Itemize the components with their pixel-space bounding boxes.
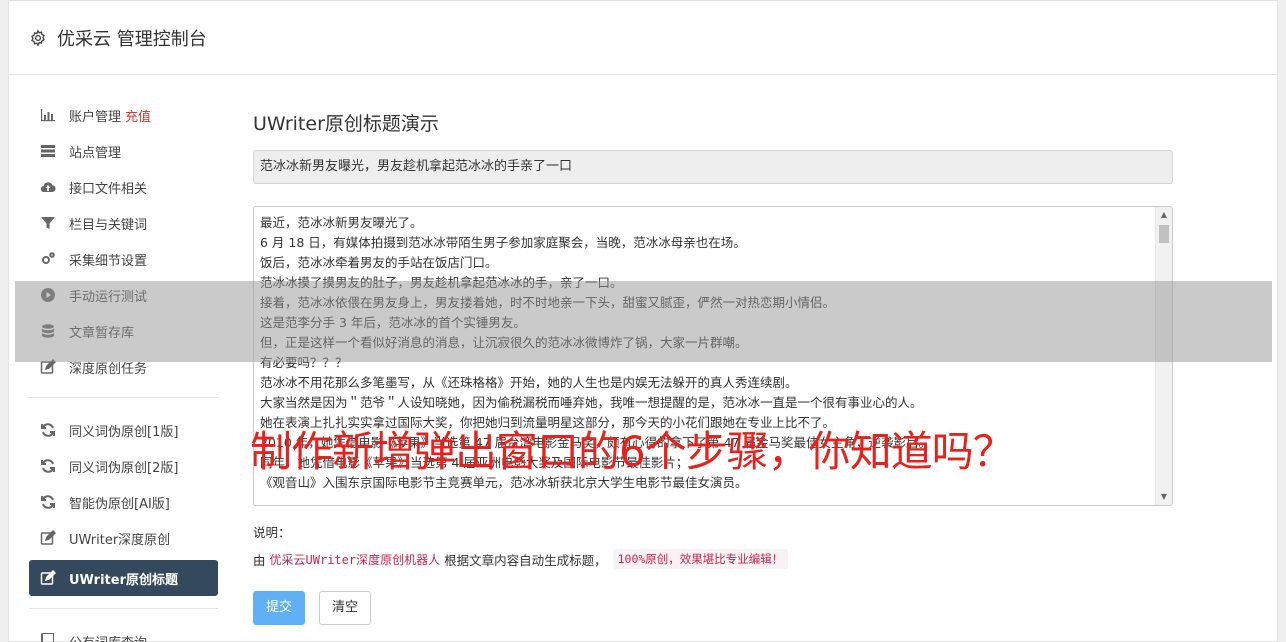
note-highlight-code: 100%原创，效果堪比专业编辑！ bbox=[612, 549, 789, 569]
sidebar-item-api-files[interactable]: 接口文件相关 bbox=[29, 169, 218, 205]
sidebar-item-ai-rewrite[interactable]: 智能伪原创[AI版] bbox=[29, 484, 218, 520]
cloud-upload-icon bbox=[39, 178, 57, 196]
book-icon bbox=[39, 632, 57, 642]
scroll-thumb[interactable] bbox=[1159, 225, 1169, 243]
sidebar-item-label: UWriter深度原创 bbox=[69, 532, 171, 548]
edit-icon bbox=[39, 529, 57, 547]
generated-title-field[interactable]: 范冰冰新男友曝光，男友趁机拿起范冰冰的手亲了一口 bbox=[253, 150, 1173, 184]
sidebar-item-label: 公有词库查询 bbox=[69, 632, 147, 642]
submit-button[interactable]: 提交 bbox=[253, 591, 306, 625]
cogs-icon bbox=[39, 250, 57, 268]
content-line: 饭后，范冰冰牵着男友的手站在饭店门口。 bbox=[260, 255, 498, 270]
overlay-caption: 制作新增弹出窗口的6个步骤，你知道吗？ bbox=[250, 427, 1015, 476]
overlay-band bbox=[15, 281, 1272, 362]
recharge-link[interactable]: 充值 bbox=[125, 106, 151, 125]
server-icon bbox=[39, 142, 57, 160]
clear-button[interactable]: 清空 bbox=[319, 591, 372, 625]
note-text: 由 优采云UWriter深度原创机器人 根据文章内容自动生成标题， 100%原创… bbox=[253, 549, 1173, 569]
sidebar-item-label: 采集细节设置 bbox=[69, 253, 148, 269]
sidebar-item-account[interactable]: 账户管理 充值 bbox=[29, 97, 218, 133]
sidebar-item-label: 同义词伪原创[2版] bbox=[69, 460, 179, 476]
content-line: 大家当然是因为＂范爷＂人设知晓她，因为偷税漏税而唾弃她，我唯一想提醒的是，范冰冰… bbox=[260, 395, 923, 410]
scroll-up-arrow-icon[interactable]: ▲ bbox=[1156, 207, 1172, 223]
bar-chart-icon bbox=[39, 106, 57, 124]
note-label: 说明： bbox=[253, 525, 291, 540]
filter-icon bbox=[39, 214, 57, 232]
sidebar-item-label: 账户管理 bbox=[69, 109, 122, 125]
sidebar-nav: 账户管理 充值 站点管理 接口文件相关 栏目与关键词 采集细节设置 手动运行测试… bbox=[29, 97, 218, 642]
gear-icon bbox=[31, 28, 45, 47]
note-middle: 根据文章内容自动生成标题， bbox=[444, 552, 607, 568]
sidebar-item-synonym-v1[interactable]: 同义词伪原创[1版] bbox=[29, 412, 218, 448]
sidebar-item-label: 站点管理 bbox=[69, 145, 122, 161]
content-line: 范冰冰不用花那么多笔墨写，从《还珠格格》开始，她的人生也是内娱无法躲开的真人秀连… bbox=[260, 375, 798, 390]
console-title: 优采云 管理控制台 bbox=[57, 28, 207, 50]
console-header: 优采云 管理控制台 bbox=[9, 1, 1277, 75]
refresh-icon bbox=[39, 493, 57, 511]
content-line: 最近，范冰冰新男友曝光了。 bbox=[260, 215, 423, 230]
sidebar-item-public-lexicon[interactable]: 公有词库查询 bbox=[29, 623, 218, 642]
sidebar-divider bbox=[29, 397, 218, 398]
content-line: 6 月 18 日，有媒体拍摄到范冰冰带陌生男子参加家庭聚会，当晚，范冰冰母亲也在… bbox=[260, 235, 746, 250]
sidebar-item-uwriter-title[interactable]: UWriter原创标题 bbox=[29, 560, 218, 596]
sidebar-item-label: 同义词伪原创[1版] bbox=[69, 424, 179, 440]
edit-icon bbox=[39, 569, 57, 587]
note-robot-name: 优采云UWriter深度原创机器人 bbox=[269, 552, 441, 567]
note-prefix: 由 bbox=[253, 552, 266, 568]
sidebar-item-collect-settings[interactable]: 采集细节设置 bbox=[29, 241, 218, 277]
sidebar-item-label: 栏目与关键词 bbox=[69, 217, 148, 233]
scroll-down-arrow-icon[interactable]: ▼ bbox=[1156, 489, 1172, 505]
sidebar-divider bbox=[29, 608, 218, 609]
form-buttons: 提交 清空 bbox=[253, 591, 1173, 625]
sidebar-item-synonym-v2[interactable]: 同义词伪原创[2版] bbox=[29, 448, 218, 484]
sidebar-item-label: UWriter原创标题 bbox=[69, 572, 178, 588]
sidebar-item-label: 智能伪原创[AI版] bbox=[69, 496, 170, 512]
sidebar-item-categories[interactable]: 栏目与关键词 bbox=[29, 205, 218, 241]
sidebar-item-sites[interactable]: 站点管理 bbox=[29, 133, 218, 169]
refresh-icon bbox=[39, 421, 57, 439]
refresh-icon bbox=[39, 457, 57, 475]
page-title: UWriter原创标题演示 bbox=[253, 113, 439, 135]
sidebar-item-uwriter-deep[interactable]: UWriter深度原创 bbox=[29, 520, 218, 556]
sidebar-item-label: 接口文件相关 bbox=[69, 181, 148, 197]
